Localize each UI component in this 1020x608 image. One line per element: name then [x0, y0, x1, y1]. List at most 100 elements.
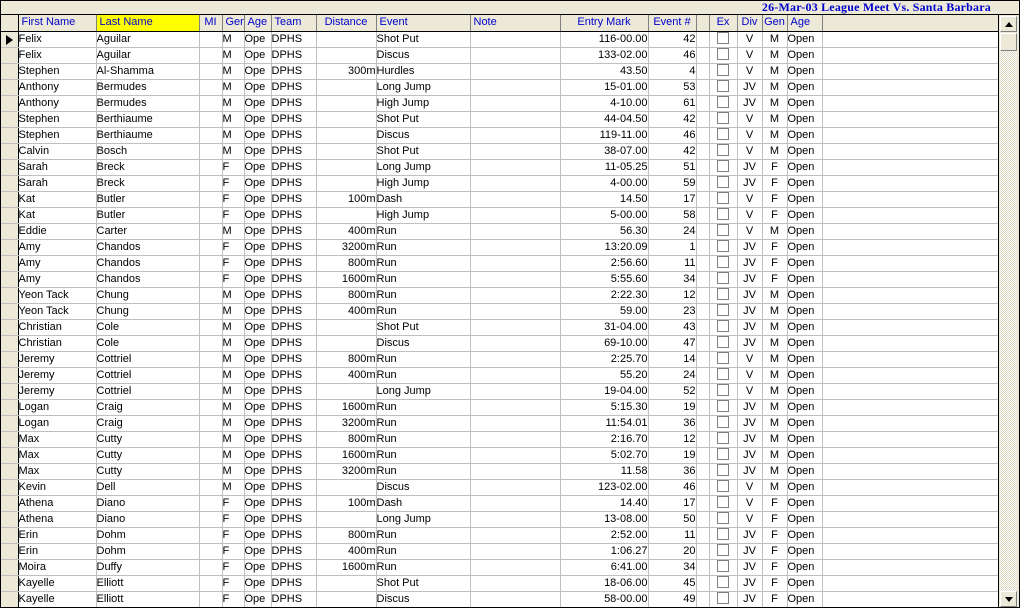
cell-event[interactable]: Run — [376, 239, 471, 256]
cell-ex[interactable] — [709, 223, 738, 240]
cell-ex[interactable] — [709, 303, 738, 320]
cell-team[interactable]: DPHS — [271, 159, 317, 176]
cell-gen2[interactable]: M — [762, 47, 788, 64]
cell-gen2[interactable]: M — [762, 111, 788, 128]
cell-entry_mark[interactable]: 2:56.60 — [560, 255, 649, 272]
cell-first_name[interactable]: Christian — [18, 335, 97, 352]
cell-team[interactable]: DPHS — [271, 383, 317, 400]
cell-entry_mark[interactable]: 5:55.60 — [560, 271, 649, 288]
cell-distance[interactable] — [316, 31, 377, 48]
cell-entry_mark[interactable]: 58-00.00 — [560, 591, 649, 607]
cell-team[interactable]: DPHS — [271, 591, 317, 607]
cell-event[interactable]: Run — [376, 287, 471, 304]
table-row[interactable]: Anthony Bermudes M Ope DPHS Long Jump 15-01.00… — [1, 79, 998, 96]
cell-age[interactable]: Ope — [244, 47, 272, 64]
cell-first_name[interactable]: Logan — [18, 399, 97, 416]
cell-entry_mark[interactable]: 14.40 — [560, 495, 649, 512]
cell-team[interactable]: DPHS — [271, 255, 317, 272]
cell-distance[interactable]: 800m — [316, 351, 377, 368]
cell-last_name[interactable]: Cottriel — [96, 383, 200, 400]
cell-event_num[interactable]: 46 — [648, 127, 697, 144]
cell-ex[interactable] — [709, 31, 738, 48]
cell-age2[interactable]: Open — [787, 143, 823, 160]
cell-mi[interactable] — [199, 575, 223, 592]
cell-team[interactable]: DPHS — [271, 431, 317, 448]
cell-entry_mark[interactable]: 13-08.00 — [560, 511, 649, 528]
cell-last_name[interactable]: Cutty — [96, 463, 200, 480]
cell-age2[interactable]: Open — [787, 319, 823, 336]
cell-event[interactable]: Run — [376, 559, 471, 576]
cell-age[interactable]: Ope — [244, 591, 272, 607]
cell-first_name[interactable]: Amy — [18, 271, 97, 288]
cell-event_num[interactable]: 42 — [648, 31, 697, 48]
cell-gen2[interactable]: M — [762, 415, 788, 432]
cell-distance[interactable] — [316, 127, 377, 144]
cell-event[interactable]: High Jump — [376, 207, 471, 224]
cell-last_name[interactable]: Diano — [96, 495, 200, 512]
cell-distance[interactable] — [316, 335, 377, 352]
cell-div[interactable]: JV — [737, 159, 763, 176]
cell-event_num[interactable]: 11 — [648, 255, 697, 272]
cell-gen[interactable]: M — [222, 79, 245, 96]
cell-age[interactable]: Ope — [244, 255, 272, 272]
cell-event_num[interactable]: 47 — [648, 335, 697, 352]
cell-age[interactable]: Ope — [244, 399, 272, 416]
exhibition-checkbox[interactable] — [717, 592, 729, 605]
cell-event[interactable]: Run — [376, 431, 471, 448]
cell-event_num[interactable]: 43 — [648, 319, 697, 336]
exhibition-checkbox[interactable] — [717, 464, 729, 477]
record-selector[interactable] — [1, 175, 19, 192]
cell-gen[interactable]: F — [222, 191, 245, 208]
cell-mi[interactable] — [199, 431, 223, 448]
cell-last_name[interactable]: Breck — [96, 175, 200, 192]
cell-last_name[interactable]: Chandos — [96, 239, 200, 256]
cell-first_name[interactable]: Stephen — [18, 111, 97, 128]
cell-div[interactable]: V — [737, 127, 763, 144]
record-selector[interactable] — [1, 159, 19, 176]
exhibition-checkbox[interactable] — [717, 128, 729, 141]
table-row[interactable]: Athena Diano F Ope DPHS Long Jump 13-08.00 50 V F… — [1, 511, 998, 528]
cell-gen[interactable]: M — [222, 399, 245, 416]
cell-last_name[interactable]: Cole — [96, 319, 200, 336]
record-selector[interactable] — [1, 143, 19, 160]
cell-age2[interactable]: Open — [787, 383, 823, 400]
cell-div[interactable]: JV — [737, 287, 763, 304]
table-row[interactable]: Logan Craig M Ope DPHS 3200m Run 11:54.01 36 JV M O… — [1, 415, 998, 432]
cell-note[interactable] — [470, 399, 561, 416]
cell-event_num[interactable]: 42 — [648, 143, 697, 160]
exhibition-checkbox[interactable] — [717, 416, 729, 429]
cell-event[interactable]: Run — [376, 367, 471, 384]
cell-first_name[interactable]: Max — [18, 463, 97, 480]
cell-gen2[interactable]: F — [762, 255, 788, 272]
cell-event_num[interactable]: 14 — [648, 351, 697, 368]
cell-gen2[interactable]: F — [762, 175, 788, 192]
cell-event[interactable]: Long Jump — [376, 383, 471, 400]
cell-note[interactable] — [470, 239, 561, 256]
cell-event_num[interactable]: 53 — [648, 79, 697, 96]
cell-entry_mark[interactable]: 119-11.00 — [560, 127, 649, 144]
cell-age[interactable]: Ope — [244, 191, 272, 208]
cell-gen2[interactable]: M — [762, 95, 788, 112]
cell-first_name[interactable]: Kat — [18, 191, 97, 208]
cell-team[interactable]: DPHS — [271, 95, 317, 112]
cell-mi[interactable] — [199, 175, 223, 192]
table-row[interactable]: Christian Cole M Ope DPHS Shot Put 31-04.00 43 J… — [1, 319, 998, 336]
exhibition-checkbox[interactable] — [717, 144, 729, 157]
record-selector[interactable] — [1, 463, 19, 480]
column-header-age[interactable]: Age — [244, 15, 272, 32]
cell-div[interactable]: JV — [737, 95, 763, 112]
table-row[interactable]: Kayelle Elliott F Ope DPHS Shot Put 18-06.00 45… — [1, 575, 998, 592]
cell-first_name[interactable]: Eddie — [18, 223, 97, 240]
cell-mi[interactable] — [199, 111, 223, 128]
cell-event_num[interactable]: 36 — [648, 415, 697, 432]
cell-distance[interactable] — [316, 79, 377, 96]
cell-entry_mark[interactable]: 15-01.00 — [560, 79, 649, 96]
cell-age2[interactable]: Open — [787, 399, 823, 416]
table-row[interactable]: Erin Dohm F Ope DPHS 400m Run 1:06.27 20 JV F Open — [1, 543, 998, 560]
cell-mi[interactable] — [199, 463, 223, 480]
cell-mi[interactable] — [199, 63, 223, 80]
cell-last_name[interactable]: Cutty — [96, 447, 200, 464]
record-selector[interactable] — [1, 367, 19, 384]
cell-ex[interactable] — [709, 559, 738, 576]
cell-event[interactable]: Shot Put — [376, 143, 471, 160]
